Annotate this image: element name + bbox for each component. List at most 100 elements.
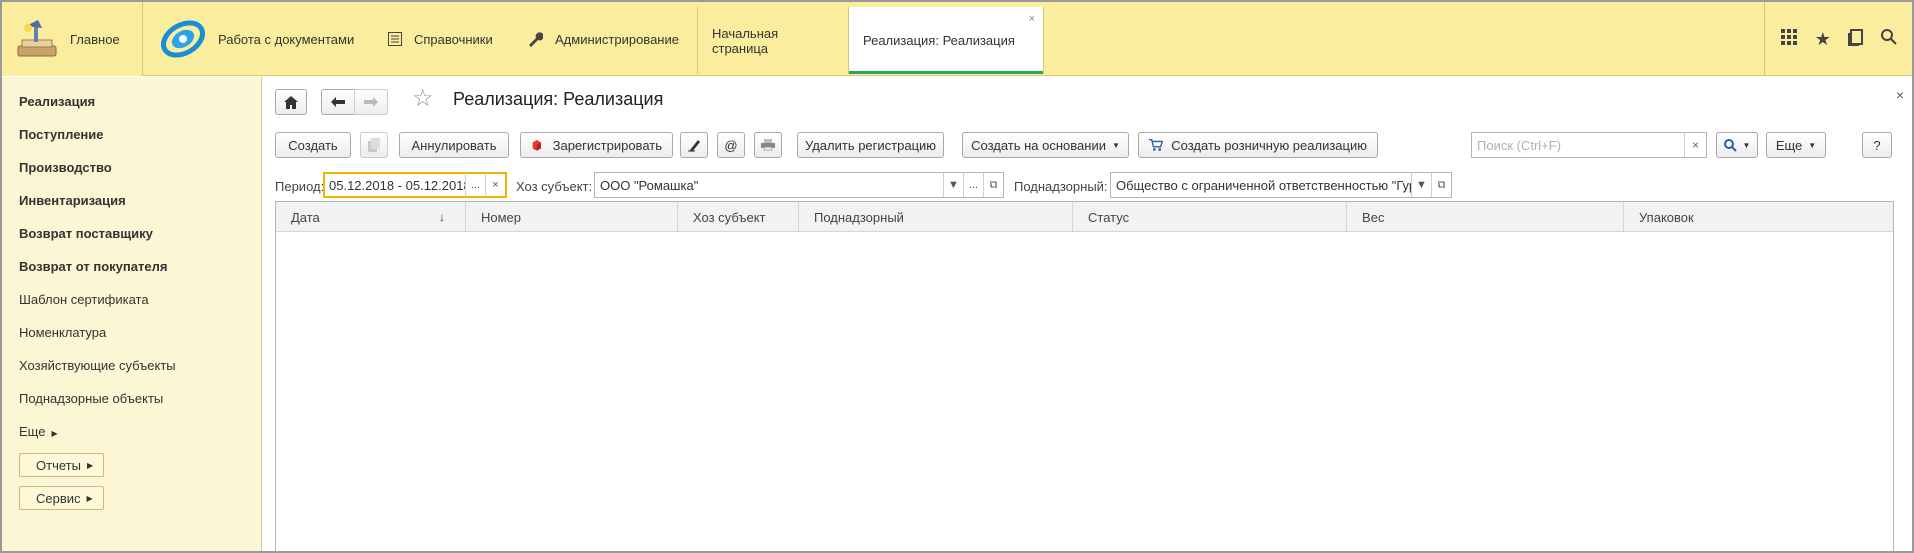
dropdown-arrow-icon: ▼ [1808,140,1817,150]
dropdown-arrow-icon: ▼ [1742,140,1751,150]
search-options-button[interactable]: ▼ [1716,132,1758,158]
supervised-field[interactable]: Общество с ограниченной ответственностью… [1110,172,1452,198]
column-subject[interactable]: Хоз субъект [678,202,799,232]
period-select-button[interactable]: ... [465,173,485,197]
column-status[interactable]: Статус [1073,202,1347,232]
create-button[interactable]: Создать [275,132,351,158]
subject-select-button[interactable]: ... [963,173,983,197]
service-button[interactable]: Сервис ▶ [19,486,104,510]
history-icon[interactable] [1848,28,1864,51]
nav-documents-label: Работа с документами [218,31,355,47]
create-retail-button[interactable]: Создать розничную реализацию [1138,132,1378,158]
nav-home[interactable]: Главное [2,2,143,76]
nav-references[interactable]: Справочники [388,2,493,76]
triangle-right-icon: ▶ [86,460,94,470]
subject-input[interactable]: ООО "Ромашка" [595,178,943,193]
sidebar-item-return-from-buyer[interactable]: Возврат от покупателя [19,259,167,274]
triangle-right-icon: ▶ [86,493,93,503]
nav-documents[interactable]: Работа с документами [158,2,354,76]
search-icon[interactable] [1881,28,1898,50]
arrow-left-icon [331,97,345,107]
column-date[interactable]: Дата ↓ [276,202,466,232]
apps-grid-icon[interactable] [1780,28,1798,51]
home-button[interactable] [275,89,307,115]
column-weight[interactable]: Вес [1347,202,1624,232]
sidebar-item-certificate-template[interactable]: Шаблон сертификата [19,292,149,307]
sidebar-item-inventory[interactable]: Инвентаризация [19,193,126,208]
search-field[interactable]: Поиск (Ctrl+F) × [1471,132,1707,158]
open-link-icon[interactable]: ⧉ [1431,173,1451,197]
list-icon [388,32,402,46]
back-button[interactable] [321,89,355,115]
open-link-icon[interactable]: ⧉ [983,173,1003,197]
supervised-label: Поднадзорный: [1014,179,1108,194]
column-date-label: Дата [291,209,320,225]
sidebar-item-realization[interactable]: Реализация [19,94,95,109]
register-box-icon [532,140,541,151]
arrow-right-icon [364,97,378,107]
table-header: Дата ↓ Номер Хоз субъект Поднадзорный Ст… [276,202,1893,232]
star-icon[interactable]: ★ [1815,29,1831,50]
favorite-star-icon[interactable]: ☆ [412,84,434,113]
annul-button[interactable]: Аннулировать [399,132,509,158]
nav-administration-label: Администрирование [555,31,679,47]
tab-realization[interactable]: Реализация: Реализация × [849,7,1044,74]
help-button[interactable]: ? [1862,132,1892,158]
sidebar-more-label: Еще [19,424,46,439]
printer-icon [761,139,775,151]
sidebar-item-business-entities[interactable]: Хозяйствующие субъекты [19,358,176,373]
documents-logo-icon [161,20,205,58]
tab-close-icon[interactable]: × [1029,13,1035,25]
period-field[interactable]: 05.12.2018 - 05.12.2018 ... × [323,172,507,198]
documents-table[interactable]: Дата ↓ Номер Хоз субъект Поднадзорный Ст… [275,201,1894,551]
copy-button[interactable] [360,132,388,158]
tab-start-page-label: Начальная страница [712,25,779,56]
subject-field[interactable]: ООО "Ромашка" ▼ ... ⧉ [594,172,1004,198]
page-title: Реализация: Реализация [453,89,664,109]
sidebar-item-more[interactable]: Еще ▶ [19,424,58,439]
top-bar: Главное Работа с документами Справочники [2,2,1912,76]
dropdown-arrow-icon[interactable]: ▼ [943,173,963,197]
tab-realization-label: Реализация: Реализация [863,33,1015,48]
sidebar-item-production[interactable]: Производство [19,160,112,175]
register-button[interactable]: Зарегистрировать [520,132,673,158]
app-window: Главное Работа с документами Справочники [0,0,1914,553]
reports-button[interactable]: Отчеты ▶ [19,453,105,477]
email-button[interactable]: @ [717,132,745,158]
print-button[interactable] [754,132,782,158]
dropdown-arrow-icon[interactable]: ▼ [1411,173,1431,197]
period-clear-icon[interactable]: × [485,173,505,197]
supervised-input[interactable]: Общество с ограниченной ответственностью… [1111,178,1411,193]
column-number[interactable]: Номер [466,202,678,232]
sidebar-item-return-to-supplier[interactable]: Возврат поставщику [19,226,153,241]
sort-arrow-icon: ↓ [439,210,445,224]
sidebar-item-nomenclature[interactable]: Номенклатура [19,325,106,340]
wrench-icon [529,32,543,47]
column-packages[interactable]: Упаковок [1624,202,1895,232]
search-clear-icon[interactable]: × [1684,133,1706,157]
cart-icon [1149,138,1164,151]
tab-start-page[interactable]: Начальная страница [697,7,849,74]
reports-label: Отчеты [36,457,81,473]
nav-references-label: Справочники [414,31,493,47]
create-based-on-label: Создать на основании [971,137,1106,153]
period-input[interactable]: 05.12.2018 - 05.12.2018 [325,178,465,193]
service-label: Сервис [36,490,81,506]
close-form-icon[interactable]: × [1896,87,1904,103]
sidebar-item-supervised-objects[interactable]: Поднадзорные объекты [19,391,163,406]
more-label: Еще [1775,137,1803,153]
period-label: Период: [275,179,325,194]
nav-administration[interactable]: Администрирование [527,2,679,76]
main-content: ☆ Реализация: Реализация × Создать Аннул… [263,77,1912,551]
desk-lamp-icon [17,20,57,57]
active-tab-indicator [849,71,1043,74]
topbar-tools: ★ [1764,2,1912,76]
search-input[interactable]: Поиск (Ctrl+F) [1472,138,1684,153]
delete-registration-button[interactable]: Удалить регистрацию [797,132,944,158]
forward-button[interactable] [354,89,388,115]
column-supervised[interactable]: Поднадзорный [799,202,1073,232]
more-button[interactable]: Еще ▼ [1766,132,1826,158]
sidebar-item-receipt[interactable]: Поступление [19,127,104,142]
create-based-on-button[interactable]: Создать на основании ▼ [962,132,1129,158]
sign-button[interactable] [680,132,708,158]
